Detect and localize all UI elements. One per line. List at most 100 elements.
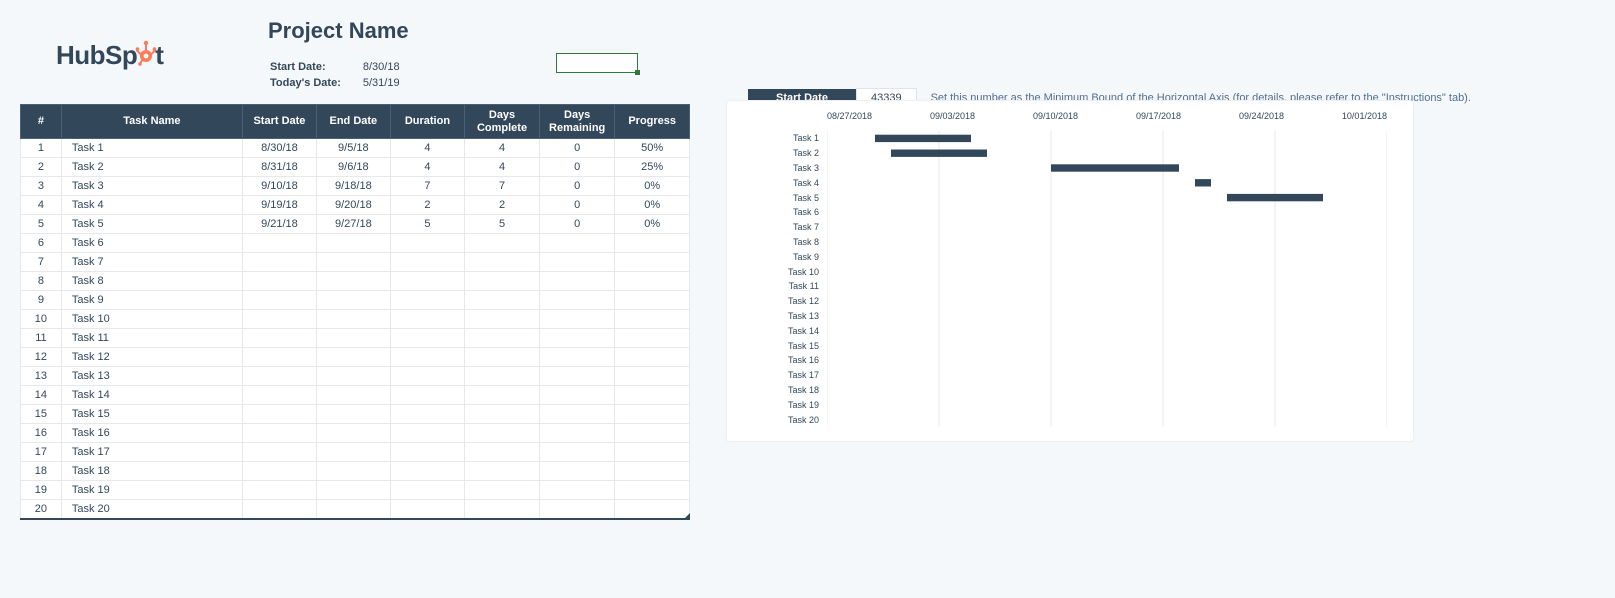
cell-start[interactable]: 8/31/18 (243, 158, 317, 177)
cell-prog[interactable] (615, 443, 690, 462)
cell-start[interactable]: 9/21/18 (243, 215, 317, 234)
cell-dur[interactable] (390, 234, 464, 253)
cell-rem[interactable]: 0 (539, 139, 614, 158)
table-row[interactable]: 9Task 9 (21, 291, 690, 310)
cell-name[interactable]: Task 1 (61, 139, 242, 158)
cell-dur[interactable] (390, 462, 464, 481)
cell-name[interactable]: Task 17 (61, 443, 242, 462)
cell-name[interactable]: Task 13 (61, 367, 242, 386)
cell-name[interactable]: Task 20 (61, 500, 242, 520)
cell-name[interactable]: Task 15 (61, 405, 242, 424)
cell-dur[interactable] (390, 329, 464, 348)
cell-rem[interactable] (539, 348, 614, 367)
cell-prog[interactable] (615, 234, 690, 253)
cell-dur[interactable] (390, 291, 464, 310)
cell-no[interactable]: 4 (21, 196, 62, 215)
cell-end[interactable] (316, 234, 390, 253)
cell-prog[interactable] (615, 329, 690, 348)
cell-start[interactable] (243, 234, 317, 253)
cell-name[interactable]: Task 5 (61, 215, 242, 234)
selected-cell[interactable] (556, 53, 638, 73)
cell-rem[interactable] (539, 405, 614, 424)
cell-prog[interactable]: 25% (615, 158, 690, 177)
gantt-chart[interactable]: 08/27/201809/03/201809/10/201809/17/2018… (726, 100, 1414, 442)
cell-compl[interactable] (465, 329, 540, 348)
cell-prog[interactable]: 0% (615, 196, 690, 215)
cell-no[interactable]: 11 (21, 329, 62, 348)
cell-prog[interactable]: 0% (615, 177, 690, 196)
cell-name[interactable]: Task 2 (61, 158, 242, 177)
cell-prog[interactable] (615, 462, 690, 481)
cell-rem[interactable] (539, 443, 614, 462)
cell-start[interactable] (243, 348, 317, 367)
table-row[interactable]: 8Task 8 (21, 272, 690, 291)
cell-no[interactable]: 2 (21, 158, 62, 177)
cell-compl[interactable] (465, 424, 540, 443)
cell-end[interactable]: 9/20/18 (316, 196, 390, 215)
cell-compl[interactable]: 4 (465, 139, 540, 158)
cell-compl[interactable] (465, 443, 540, 462)
cell-dur[interactable] (390, 367, 464, 386)
table-row[interactable]: 7Task 7 (21, 253, 690, 272)
task-table[interactable]: # Task Name Start Date End Date Duration… (20, 104, 690, 520)
table-row[interactable]: 16Task 16 (21, 424, 690, 443)
cell-dur[interactable] (390, 500, 464, 520)
cell-prog[interactable] (615, 424, 690, 443)
cell-compl[interactable] (465, 481, 540, 500)
cell-rem[interactable] (539, 424, 614, 443)
cell-end[interactable] (316, 405, 390, 424)
cell-start[interactable] (243, 367, 317, 386)
cell-start[interactable] (243, 481, 317, 500)
cell-name[interactable]: Task 19 (61, 481, 242, 500)
cell-dur[interactable] (390, 424, 464, 443)
cell-end[interactable]: 9/6/18 (316, 158, 390, 177)
cell-dur[interactable] (390, 405, 464, 424)
cell-compl[interactable] (465, 310, 540, 329)
cell-prog[interactable] (615, 348, 690, 367)
cell-start[interactable]: 9/10/18 (243, 177, 317, 196)
today-date-value[interactable]: 5/31/19 (363, 76, 420, 90)
cell-name[interactable]: Task 6 (61, 234, 242, 253)
cell-end[interactable] (316, 481, 390, 500)
table-row[interactable]: 1Task 18/30/189/5/1844050% (21, 139, 690, 158)
cell-no[interactable]: 15 (21, 405, 62, 424)
cell-name[interactable]: Task 3 (61, 177, 242, 196)
cell-no[interactable]: 10 (21, 310, 62, 329)
cell-end[interactable] (316, 386, 390, 405)
cell-prog[interactable] (615, 500, 690, 520)
cell-name[interactable]: Task 16 (61, 424, 242, 443)
cell-dur[interactable]: 4 (390, 139, 464, 158)
cell-rem[interactable]: 0 (539, 158, 614, 177)
cell-no[interactable]: 7 (21, 253, 62, 272)
cell-end[interactable] (316, 291, 390, 310)
cell-name[interactable]: Task 14 (61, 386, 242, 405)
cell-start[interactable] (243, 462, 317, 481)
table-row[interactable]: 18Task 18 (21, 462, 690, 481)
cell-compl[interactable] (465, 272, 540, 291)
table-row[interactable]: 19Task 19 (21, 481, 690, 500)
cell-rem[interactable] (539, 462, 614, 481)
project-title[interactable]: Project Name (268, 18, 409, 44)
table-row[interactable]: 17Task 17 (21, 443, 690, 462)
cell-end[interactable]: 9/18/18 (316, 177, 390, 196)
cell-end[interactable]: 9/5/18 (316, 139, 390, 158)
table-row[interactable]: 5Task 59/21/189/27/185500% (21, 215, 690, 234)
cell-dur[interactable] (390, 272, 464, 291)
cell-start[interactable] (243, 272, 317, 291)
cell-rem[interactable] (539, 234, 614, 253)
cell-no[interactable]: 8 (21, 272, 62, 291)
cell-compl[interactable] (465, 500, 540, 520)
cell-rem[interactable] (539, 329, 614, 348)
cell-end[interactable] (316, 367, 390, 386)
cell-dur[interactable]: 7 (390, 177, 464, 196)
cell-no[interactable]: 14 (21, 386, 62, 405)
cell-prog[interactable] (615, 386, 690, 405)
table-row[interactable]: 10Task 10 (21, 310, 690, 329)
cell-prog[interactable]: 50% (615, 139, 690, 158)
cell-compl[interactable] (465, 405, 540, 424)
cell-name[interactable]: Task 4 (61, 196, 242, 215)
cell-no[interactable]: 17 (21, 443, 62, 462)
cell-name[interactable]: Task 8 (61, 272, 242, 291)
cell-prog[interactable] (615, 291, 690, 310)
cell-name[interactable]: Task 18 (61, 462, 242, 481)
